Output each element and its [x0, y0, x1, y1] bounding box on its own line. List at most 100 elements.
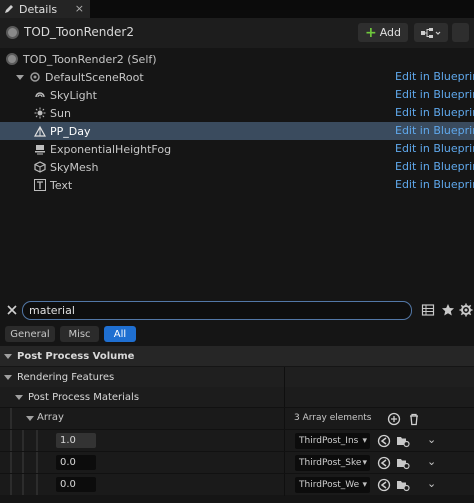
tree-item-pp-day[interactable]: PP_Day Edit in Blueprint [0, 122, 474, 140]
tree-item-label: PP_Day [50, 124, 91, 138]
dropdown-arrow-icon: ▾ [362, 436, 367, 446]
array-element-row: 0.0 ThirdPost_Ske ▾ ⌄ [0, 451, 474, 474]
filter-general[interactable]: General [5, 326, 55, 342]
search-input[interactable]: material [22, 301, 412, 320]
category-post-process-materials[interactable]: Post Process Materials [0, 387, 474, 407]
column-divider [284, 452, 285, 474]
material-combo[interactable]: ThirdPost_Ske ▾ [295, 455, 370, 471]
clear-search-icon[interactable] [6, 304, 18, 316]
filter-tabs: General Misc All [0, 324, 474, 346]
browse-folder-icon[interactable] [396, 434, 410, 448]
array-header-row: Array 3 Array elements [0, 407, 474, 430]
tree-item-self[interactable]: TOD_ToonRender2 (Self) [0, 50, 474, 68]
column-divider [284, 387, 285, 407]
use-selected-icon[interactable] [377, 478, 391, 492]
tree-item-text[interactable]: Text Edit in Blueprint [0, 176, 474, 194]
filter-misc[interactable]: Misc [60, 326, 99, 342]
indent-guide [22, 452, 24, 473]
layout-button[interactable] [452, 23, 469, 42]
edit-in-blueprint-link[interactable]: Edit in Blueprint [395, 70, 474, 83]
tree-item-label: ExponentialHeightFog [50, 142, 172, 156]
material-combo[interactable]: ThirdPost_We ▾ [295, 477, 370, 493]
browse-folder-icon[interactable] [396, 478, 410, 492]
chevron-down-icon[interactable]: ⌄ [427, 433, 436, 446]
table-view-icon[interactable] [421, 303, 435, 317]
array-count: 3 Array elements [294, 413, 372, 423]
edit-in-blueprint-link[interactable]: Edit in Blueprint [395, 160, 474, 173]
add-button-label: Add [379, 26, 402, 39]
material-name: ThirdPost_Ske [299, 458, 362, 468]
tree-item-root[interactable]: DefaultSceneRoot Edit in Blueprint [0, 68, 474, 86]
weight-field[interactable]: 0.0 [56, 477, 96, 492]
tree-item-sun[interactable]: Sun Edit in Blueprint [0, 104, 474, 122]
edit-in-blueprint-link[interactable]: Edit in Blueprint [395, 88, 474, 101]
tree-item-self-label: TOD_ToonRender2 (Self) [23, 52, 157, 66]
scene-root-icon [30, 72, 40, 82]
edit-in-blueprint-link[interactable]: Edit in Blueprint [395, 124, 474, 137]
filter-all[interactable]: All [104, 326, 136, 342]
weight-field[interactable]: 0.0 [56, 455, 96, 470]
category-title: Rendering Features [17, 371, 115, 383]
post-process-icon [34, 125, 46, 137]
fog-icon [35, 145, 45, 155]
tree-item-root-label: DefaultSceneRoot [45, 70, 144, 84]
indent-guide [36, 452, 38, 473]
edit-in-blueprint-link[interactable]: Edit in Blueprint [395, 142, 474, 155]
category-rendering-features[interactable]: Rendering Features [0, 367, 474, 387]
tree-item-label: Sun [50, 106, 71, 120]
tab-details[interactable]: Details × [0, 0, 90, 18]
details-header: TOD_ToonRender2 + Add [0, 18, 474, 48]
browse-folder-icon[interactable] [396, 456, 410, 470]
trash-icon[interactable] [407, 412, 421, 426]
tree-item-skylight[interactable]: SkyLight Edit in Blueprint [0, 86, 474, 104]
indent-guide [10, 474, 12, 495]
collapse-arrow-icon [4, 353, 12, 359]
chevron-down-icon[interactable]: ⌄ [427, 455, 436, 468]
collapse-arrow-icon[interactable] [26, 416, 34, 421]
chevron-down-icon[interactable]: ⌄ [427, 477, 436, 490]
indent-guide [36, 474, 38, 495]
blueprint-options-button[interactable] [414, 23, 448, 42]
indent-guide [22, 474, 24, 495]
indent-guide [22, 430, 24, 451]
indent-guide [10, 408, 12, 429]
tree-item-label: SkyLight [50, 88, 97, 102]
edit-in-blueprint-link[interactable]: Edit in Blueprint [395, 106, 474, 119]
star-icon[interactable] [441, 303, 455, 317]
expand-arrow-icon [16, 74, 24, 80]
tab-bar: Details × [0, 0, 474, 18]
collapse-arrow-icon [4, 374, 12, 380]
column-divider [284, 408, 285, 430]
collapse-arrow-icon [15, 394, 23, 400]
array-element-row: 0.0 ThirdPost_We ▾ ⌄ [0, 473, 474, 496]
add-element-icon[interactable] [387, 412, 401, 426]
tree-item-fog[interactable]: ExponentialHeightFog Edit in Blueprint [0, 140, 474, 158]
skylight-icon [35, 92, 45, 98]
plus-icon: + [364, 24, 377, 41]
material-combo[interactable]: ThirdPost_Ins ▾ [295, 433, 370, 449]
use-selected-icon[interactable] [377, 456, 391, 470]
weight-field[interactable]: 1.0 [56, 433, 96, 448]
sun-icon [34, 107, 46, 119]
use-selected-icon[interactable] [377, 434, 391, 448]
indent-guide [36, 430, 38, 451]
tree-item-label: SkyMesh [50, 160, 99, 174]
blueprint-hierarchy-icon [421, 27, 441, 38]
tree-item-skymesh[interactable]: SkyMesh Edit in Blueprint [0, 158, 474, 176]
column-divider [284, 474, 285, 496]
array-element-row: 1.0 ThirdPost_Ins ▾ ⌄ [0, 429, 474, 452]
tree-item-label: Text [50, 178, 73, 192]
category-post-process-volume[interactable]: Post Process Volume [0, 346, 474, 366]
material-name: ThirdPost_We [299, 480, 360, 490]
column-divider [284, 367, 285, 387]
gear-icon[interactable] [459, 303, 473, 317]
tab-title: Details [19, 2, 58, 16]
actor-icon [6, 53, 18, 65]
add-component-button[interactable]: + Add [358, 23, 408, 42]
array-label: Array [37, 412, 64, 423]
material-name: ThirdPost_Ins [299, 436, 359, 446]
indent-guide [10, 430, 12, 451]
component-tree: TOD_ToonRender2 (Self) DefaultSceneRoot … [0, 48, 474, 298]
edit-in-blueprint-link[interactable]: Edit in Blueprint [395, 178, 474, 191]
tab-close-icon[interactable]: × [75, 2, 84, 15]
